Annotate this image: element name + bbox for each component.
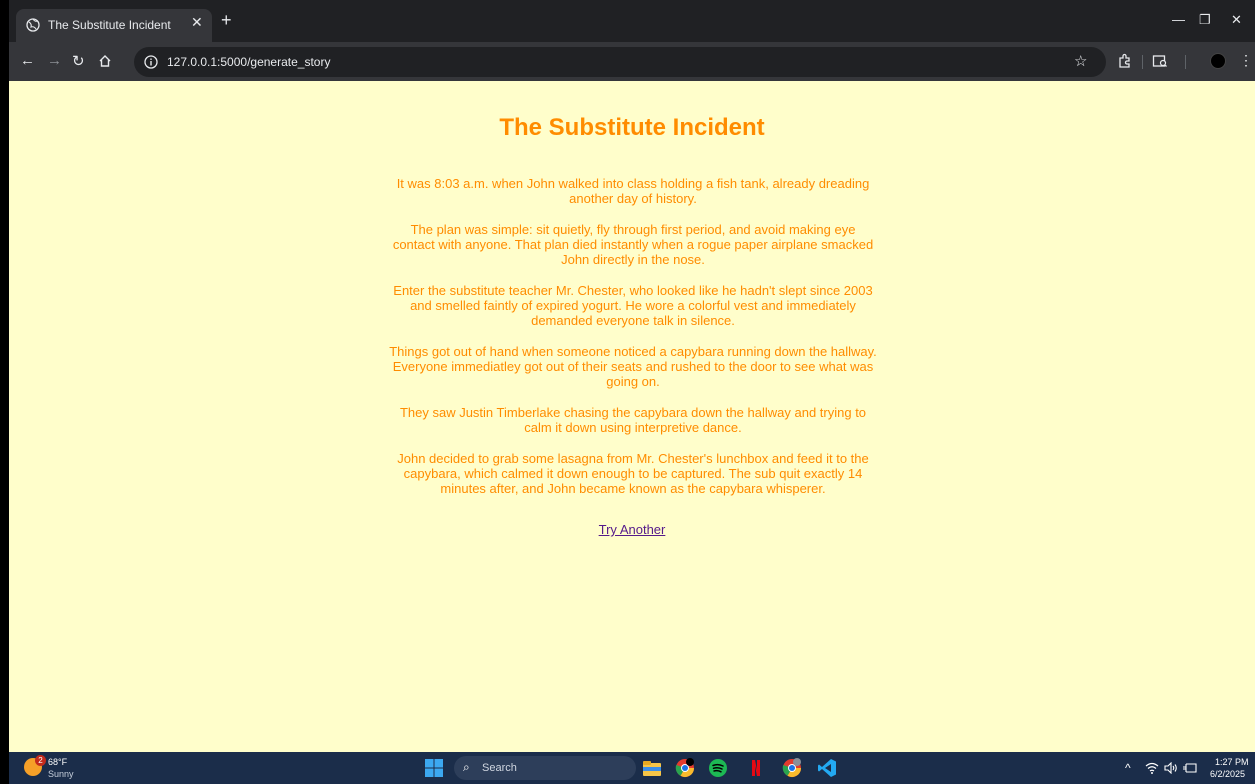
file-explorer-icon[interactable] [642,758,662,778]
extensions-icon[interactable] [1117,53,1133,69]
windows-start-icon[interactable] [425,759,443,777]
reload-icon[interactable]: ↻ [72,52,85,70]
browser-toolbar: ← → ↻ 127.0.0.1:5000/generate_story ☆ ⋮ [9,42,1255,81]
wifi-icon[interactable] [1145,762,1159,774]
page-content: The Substitute Incident It was 8:03 a.m.… [9,81,1255,752]
volume-icon[interactable] [1164,762,1178,774]
profile-avatar[interactable] [1210,53,1226,69]
url-text: 127.0.0.1:5000/generate_story [167,55,331,69]
more-menu-icon[interactable]: ⋮ [1239,52,1253,69]
story-paragraph: Things got out of hand when someone noti… [389,344,877,389]
forward-icon[interactable]: → [47,52,62,69]
restore-icon[interactable]: ❐ [1199,12,1211,28]
taskbar-search[interactable]: ⌕ Search [454,756,636,780]
chrome-icon[interactable] [675,758,695,778]
vscode-icon[interactable] [817,758,837,778]
bookmark-star-icon[interactable]: ☆ [1074,52,1087,70]
toolbar-divider [1185,55,1186,69]
netflix-icon[interactable] [746,758,766,778]
weather-condition[interactable]: Sunny [48,769,74,779]
close-tab-icon[interactable]: ✕ [191,14,203,31]
spotify-icon[interactable] [708,758,728,778]
story-paragraph: Enter the substitute teacher Mr. Chester… [393,283,873,328]
battery-icon[interactable] [1182,762,1198,774]
weather-temperature[interactable]: 68°F [48,757,67,767]
story-paragraph: It was 8:03 a.m. when John walked into c… [396,176,870,206]
story-paragraph: The plan was simple: sit quietly, fly th… [392,222,874,267]
search-label: Search [482,762,517,774]
globe-icon [26,18,40,32]
browser-tab-bar: The Substitute Incident ✕ + — ❐ ✕ [9,0,1255,42]
show-hidden-icons-icon[interactable]: ^ [1125,761,1131,775]
search-icon: ⌕ [463,760,470,774]
back-icon[interactable]: ← [20,52,35,69]
browser-tab[interactable]: The Substitute Incident ✕ [16,9,212,42]
chrome-profile-icon[interactable] [782,758,802,778]
new-tab-icon[interactable]: + [221,10,232,31]
reading-mode-icon[interactable] [1152,53,1168,69]
home-icon[interactable] [98,54,112,68]
windows-taskbar: 2 68°F Sunny ⌕ Search ^ 1:27 PM 6/2/2025 [9,752,1255,784]
story-body: It was 8:03 a.m. when John walked into c… [388,176,878,512]
clock-time[interactable]: 1:27 PM [1215,757,1249,767]
clock-date[interactable]: 6/2/2025 [1210,769,1245,779]
site-info-icon[interactable] [144,55,158,69]
story-paragraph: They saw Justin Timberlake chasing the c… [399,405,867,435]
story-paragraph: John decided to grab some lasagna from M… [397,451,869,496]
screen-edge [0,0,9,784]
minimize-icon[interactable]: — [1172,12,1185,27]
tab-title: The Substitute Incident [48,18,171,32]
page-title: The Substitute Incident [499,114,765,141]
try-another-link[interactable]: Try Another [599,522,666,537]
toolbar-divider [1142,55,1143,69]
notification-badge: 2 [35,755,46,766]
close-window-icon[interactable]: ✕ [1231,12,1242,28]
try-another-container: Try Another [9,522,1255,537]
address-bar[interactable]: 127.0.0.1:5000/generate_story ☆ [134,47,1106,77]
